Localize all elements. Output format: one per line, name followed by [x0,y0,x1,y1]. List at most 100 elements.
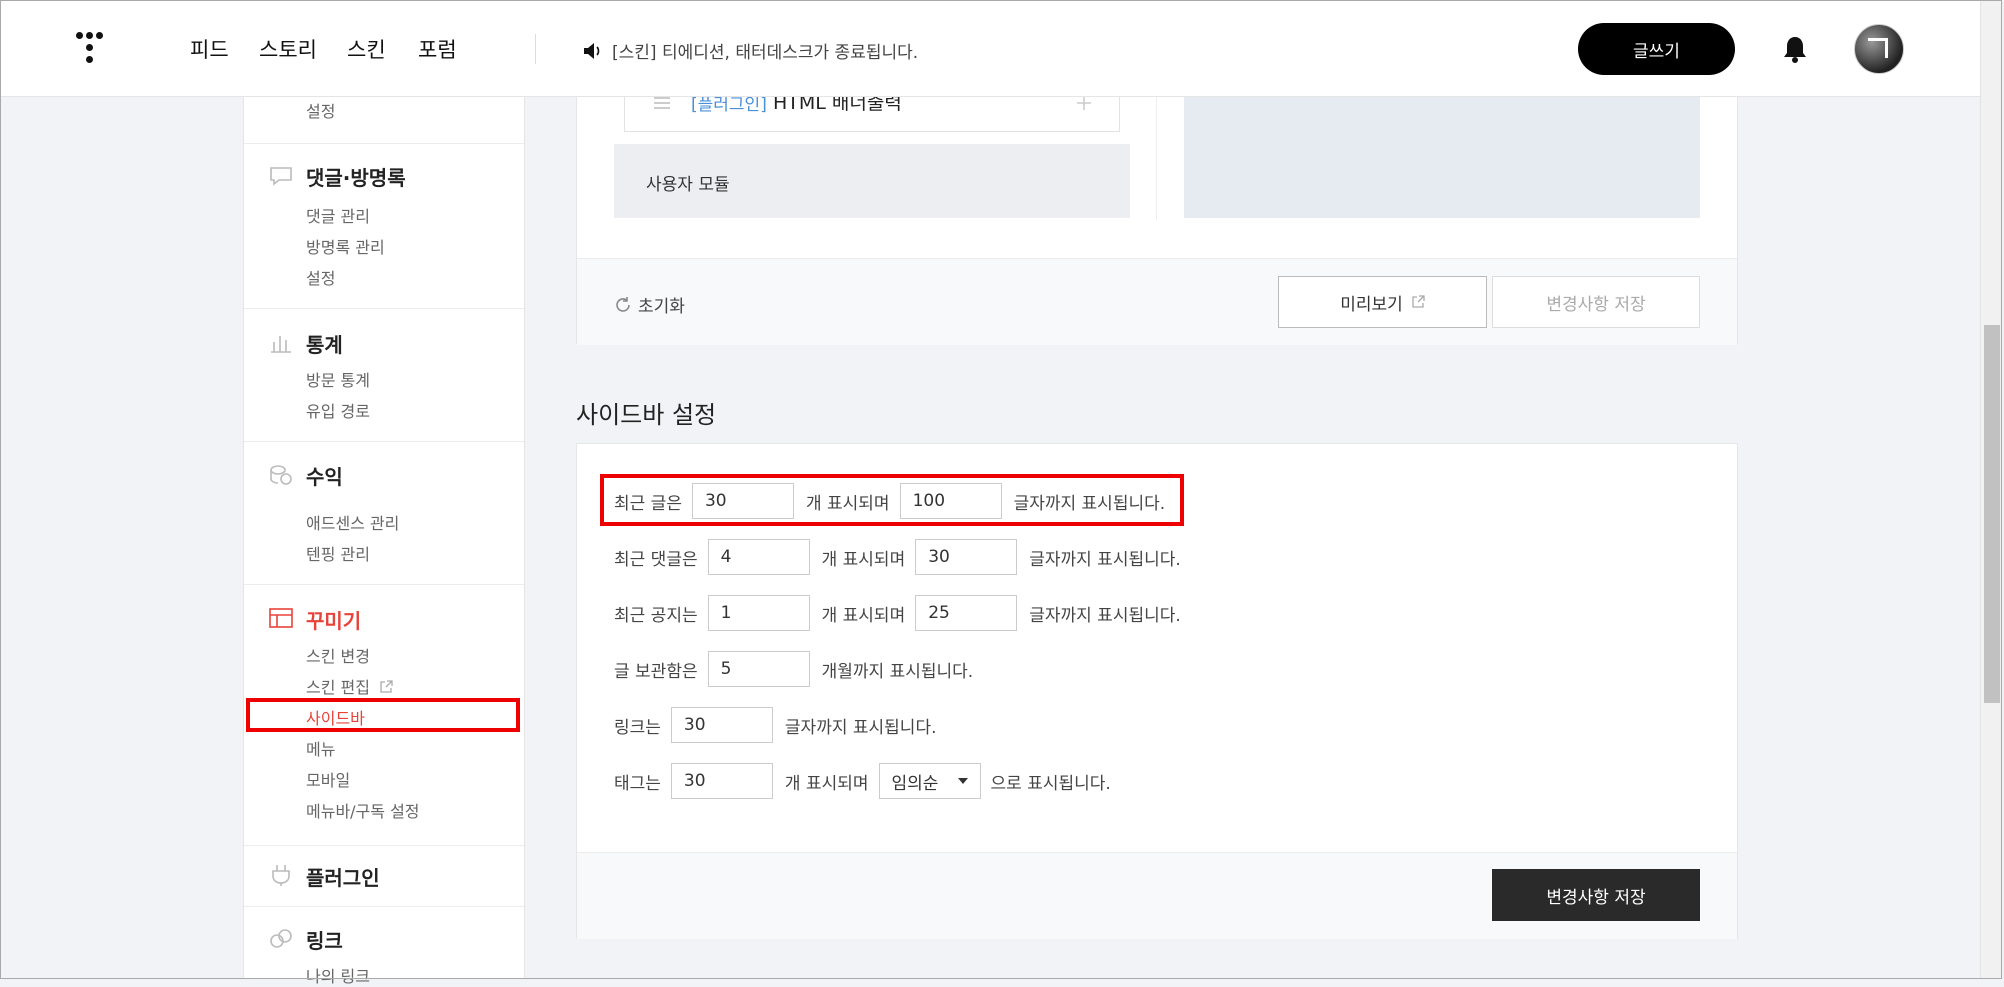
recent-posts-count-input[interactable]: 30 [691,483,794,519]
sidebar-item-menubar-subscribe[interactable]: 메뉴바/구독 설정 [306,798,420,822]
sidebar-item-my-links[interactable]: 나의 링크 [306,963,370,987]
sidebar-section-link[interactable]: 링크 [306,925,343,954]
reset-label: 초기화 [638,297,685,317]
tags-count-input[interactable]: 30 [670,763,773,799]
archive-months-input[interactable]: 5 [707,651,810,687]
coins-icon [270,465,292,485]
sidebar-item-skin-edit[interactable]: 스킨 편집 [306,674,393,698]
recent-comments-mid: 개 표시되며 [821,549,906,570]
recent-comments-count-input[interactable]: 4 [707,539,810,575]
links-suffix: 글자까지 표시됩니다. [784,717,937,738]
nav-forum[interactable]: 포럼 [418,34,457,64]
sidebar-item-settings-top[interactable]: 설정 [306,98,335,122]
row-archive: 글 보관함은 5 개월까지 표시됩니다. [614,650,973,688]
divider [244,308,524,309]
speaker-icon [584,42,600,59]
archive-suffix: 개월까지 표시됩니다. [821,661,974,682]
sidebar-item-referrer[interactable]: 유입 경로 [306,398,370,422]
section-title-sidebar-settings: 사이드바 설정 [576,401,717,429]
drag-handle-icon[interactable] [653,96,671,110]
sidebar-item-skin-change[interactable]: 스킨 변경 [306,643,370,667]
row-recent-notices: 최근 공지는 1 개 표시되며 25 글자까지 표시됩니다. [614,594,1181,632]
sidebar-section-revenue[interactable]: 수익 [306,461,343,490]
row-tags: 태그는 30 개 표시되며 임의순 으로 표시됩니다. [614,762,1111,800]
recent-notices-suffix: 글자까지 표시됩니다. [1029,605,1181,626]
plug-icon [272,865,290,886]
recent-comments-suffix: 글자까지 표시됩니다. [1029,549,1181,570]
recent-comments-label: 최근 댓글은 [614,549,698,570]
links-label: 링크는 [614,717,661,738]
layout-icon [269,608,293,628]
left-sidebar: 설정 댓글·방명록 댓글 관리 방명록 관리 설정 통계 방문 통계 유입 경로… [243,0,525,986]
bell-icon[interactable] [1782,34,1808,64]
divider [244,441,524,442]
divider [535,34,536,64]
divider [1156,96,1157,220]
refresh-icon [616,296,630,312]
preview-button[interactable]: 미리보기 [1278,276,1487,328]
recent-posts-suffix: 글자까지 표시됩니다. [1013,493,1166,514]
nav-skin[interactable]: 스킨 [347,34,386,64]
tags-order-select[interactable]: 임의순 [878,763,981,799]
write-post-button[interactable]: 글쓰기 [1578,23,1735,75]
nav-feed[interactable]: 피드 [190,34,229,64]
external-link-icon [1412,295,1425,308]
preview-label: 미리보기 [1340,294,1403,315]
sidebar-item-tenping[interactable]: 텐핑 관리 [306,541,370,565]
sidebar-section-plugin[interactable]: 플러그인 [306,862,380,891]
recent-notices-mid: 개 표시되며 [821,605,906,626]
tags-mid: 개 표시되며 [784,773,869,794]
top-navigation-bar: 피드 스토리 스킨 포럼 [스킨] 티에디션, 태터데스크가 종료됩니다. 글쓰… [0,0,1980,97]
recent-posts-chars-input[interactable]: 100 [899,483,1002,519]
recent-notices-count-input[interactable]: 1 [707,595,810,631]
recent-notices-label: 최근 공지는 [614,605,698,626]
tags-suffix: 으로 표시됩니다. [990,773,1111,794]
nav-story[interactable]: 스토리 [259,34,317,64]
divider [244,584,524,585]
save-changes-disabled-button[interactable]: 변경사항 저장 [1492,276,1700,328]
save-changes-button-label: 변경사항 저장 [1546,887,1646,908]
user-module-box: 사용자 모듈 [614,144,1130,218]
tags-label: 태그는 [614,773,661,794]
save-changes-label: 변경사항 저장 [1546,294,1646,315]
save-changes-button[interactable]: 변경사항 저장 [1492,869,1700,921]
sidebar-item-menu[interactable]: 메뉴 [306,736,335,760]
notice-banner[interactable]: [스킨] 티에디션, 태터데스크가 종료됩니다. [582,38,918,63]
bar-chart-icon [271,336,291,353]
sidebar-item-comment-settings[interactable]: 설정 [306,265,335,289]
recent-comments-chars-input[interactable]: 30 [915,539,1018,575]
divider [244,906,524,907]
sidebar-section-comments[interactable]: 댓글·방명록 [306,162,406,191]
tistory-logo[interactable] [76,30,112,66]
sidebar-section-decorate[interactable]: 꾸미기 [306,605,361,634]
links-chars-input[interactable]: 30 [670,707,773,743]
sidebar-item-comment-manage[interactable]: 댓글 관리 [306,203,370,227]
sidebar-item-visit-stats[interactable]: 방문 통계 [306,367,370,391]
tags-order-value: 임의순 [891,773,939,794]
user-module-label: 사용자 모듈 [646,175,730,195]
write-post-label: 글쓰기 [1633,41,1680,62]
divider [244,845,524,846]
page-scrollbar[interactable] [1980,0,2003,979]
recent-posts-label: 최근 글은 [614,493,682,514]
row-recent-posts: 최근 글은 30 개 표시되며 100 글자까지 표시됩니다. [614,482,1165,520]
archive-label: 글 보관함은 [614,661,698,682]
link-icon [270,929,292,948]
profile-avatar[interactable] [1854,24,1904,74]
recent-notices-chars-input[interactable]: 25 [915,595,1018,631]
sidebar-section-stats[interactable]: 통계 [306,329,343,358]
skin-edit-label: 스킨 편집 [306,678,370,697]
sidebar-item-adsense[interactable]: 애드센스 관리 [306,510,399,534]
sidebar-item-mobile[interactable]: 모바일 [306,767,350,791]
recent-posts-mid: 개 표시되며 [805,493,890,514]
reset-button[interactable]: 초기화 [614,292,685,317]
module-panel-footer: 초기화 미리보기 변경사항 저장 [577,258,1737,345]
external-link-icon [380,680,393,693]
caret-down-icon [957,778,968,784]
row-links: 링크는 30 글자까지 표시됩니다. [614,706,937,744]
comment-icon [270,167,292,186]
sidebar-item-guestbook-manage[interactable]: 방명록 관리 [306,234,385,258]
divider [244,143,524,144]
scrollbar-thumb[interactable] [1984,325,2000,703]
notice-text: [스킨] 티에디션, 태터데스크가 종료됩니다. [612,43,919,63]
